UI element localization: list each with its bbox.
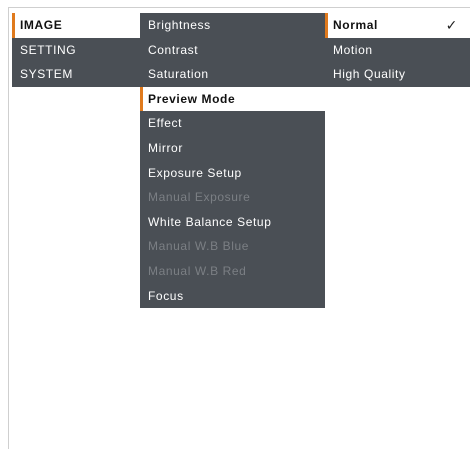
main-menu-item-label: SETTING (20, 42, 77, 57)
checkmark-icon: ✓ (445, 17, 458, 33)
image-submenu: Brightness Contrast Saturation Preview M… (140, 13, 325, 309)
image-menu-item-exposure-setup[interactable]: Exposure Setup (140, 161, 325, 186)
preview-mode-submenu: Normal ✓ Motion High Quality (325, 13, 470, 87)
image-menu-item-manual-wb-red: Manual W.B Red (140, 259, 325, 284)
image-menu-item-label: White Balance Setup (148, 214, 272, 229)
image-menu-item-label: Saturation (148, 67, 209, 82)
main-menu: IMAGE SETTING SYSTEM (12, 13, 140, 87)
image-menu-item-label: Preview Mode (148, 91, 236, 106)
preview-menu-item-label: High Quality (333, 67, 406, 82)
main-menu-item-image[interactable]: IMAGE (12, 13, 140, 38)
image-menu-item-label: Exposure Setup (148, 165, 242, 180)
image-menu-item-focus[interactable]: Focus (140, 284, 325, 309)
image-menu-item-white-balance-setup[interactable]: White Balance Setup (140, 210, 325, 235)
main-menu-item-label: IMAGE (20, 18, 63, 32)
preview-menu-item-label: Motion (333, 42, 373, 57)
main-menu-item-system[interactable]: SYSTEM (12, 62, 140, 87)
image-menu-item-label: Focus (148, 288, 184, 303)
image-menu-item-contrast[interactable]: Contrast (140, 38, 325, 63)
image-menu-item-mirror[interactable]: Mirror (140, 136, 325, 161)
preview-menu-item-label: Normal (333, 18, 378, 32)
image-menu-item-effect[interactable]: Effect (140, 111, 325, 136)
image-menu-item-manual-exposure: Manual Exposure (140, 185, 325, 210)
image-menu-item-brightness[interactable]: Brightness (140, 13, 325, 38)
preview-menu-item-motion[interactable]: Motion (325, 38, 470, 63)
main-menu-item-setting[interactable]: SETTING (12, 38, 140, 63)
image-menu-item-label: Contrast (148, 42, 199, 57)
image-menu-item-label: Brightness (148, 18, 211, 32)
main-menu-item-label: SYSTEM (20, 67, 73, 82)
image-menu-item-preview-mode[interactable]: Preview Mode (140, 86, 325, 112)
image-menu-item-label: Manual W.B Red (148, 263, 247, 278)
image-menu-item-label: Manual W.B Blue (148, 239, 250, 254)
image-menu-item-label: Manual Exposure (148, 190, 251, 205)
image-menu-item-label: Effect (148, 116, 183, 131)
preview-menu-item-normal[interactable]: Normal ✓ (325, 13, 470, 38)
preview-menu-item-high-quality[interactable]: High Quality (325, 62, 470, 87)
image-menu-item-saturation[interactable]: Saturation (140, 62, 325, 87)
image-menu-item-label: Mirror (148, 140, 183, 155)
image-menu-item-manual-wb-blue: Manual W.B Blue (140, 234, 325, 259)
